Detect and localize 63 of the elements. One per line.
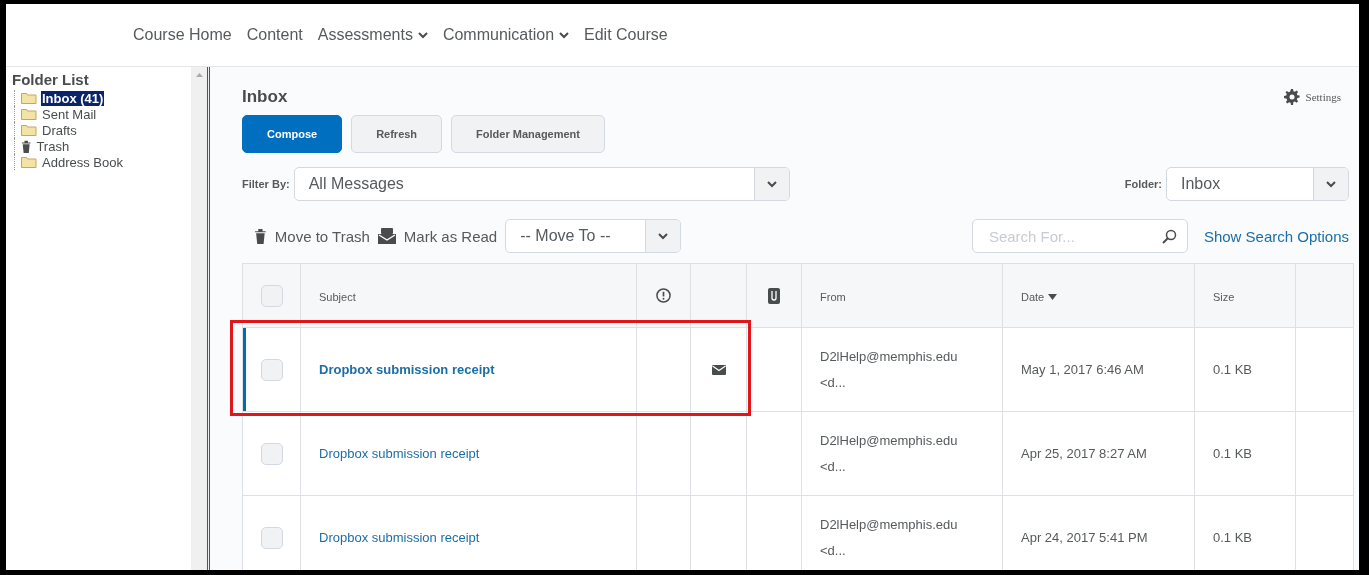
column-header[interactable]: Date bbox=[1003, 290, 1058, 303]
folder-icon bbox=[21, 124, 37, 136]
select-all-checkbox[interactable] bbox=[260, 284, 283, 307]
folder-label: Folder: bbox=[1124, 178, 1162, 190]
column-header[interactable]: From bbox=[802, 290, 846, 303]
folder-item[interactable]: Trash bbox=[35, 138, 71, 154]
filter-label: Filter By: bbox=[242, 178, 290, 190]
action-link[interactable]: Move to Trash bbox=[254, 227, 370, 245]
sidebar-title: Folder List bbox=[12, 71, 90, 88]
page-title: Inbox bbox=[242, 87, 288, 107]
folder-item[interactable]: Inbox (41) bbox=[41, 90, 105, 106]
paperclip-icon bbox=[768, 287, 780, 304]
chevron-down-icon bbox=[766, 180, 777, 188]
subject-link[interactable]: Dropbox submission receipt bbox=[319, 530, 480, 545]
folder-item[interactable]: Sent Mail bbox=[41, 106, 98, 122]
toolbar-button[interactable]: Refresh bbox=[351, 115, 443, 153]
envelope-stack-icon bbox=[377, 228, 396, 244]
nav-link[interactable]: Assessments bbox=[317, 26, 428, 44]
date-text: Apr 24, 2017 5:41 PM bbox=[1020, 530, 1149, 545]
folder-item[interactable]: Address Book bbox=[41, 154, 124, 170]
chevron-down-icon bbox=[559, 31, 570, 39]
chevron-down-icon bbox=[658, 232, 669, 240]
search-icon bbox=[1161, 229, 1177, 244]
sort-caret-icon bbox=[1048, 293, 1058, 300]
toolbar-button[interactable]: Folder Management bbox=[451, 115, 605, 153]
trash-icon bbox=[21, 139, 32, 153]
sender-text: D2lHelp@memphis.edu <d... bbox=[819, 515, 959, 560]
row-checkbox[interactable] bbox=[260, 358, 283, 381]
nav-link[interactable]: Edit Course bbox=[584, 26, 668, 44]
settings-link[interactable]: Settings bbox=[1283, 89, 1341, 105]
date-text: Apr 25, 2017 8:27 AM bbox=[1020, 446, 1148, 461]
sender-text: D2lHelp@memphis.edu <d... bbox=[819, 347, 959, 392]
subject-link[interactable]: Dropbox submission receipt bbox=[319, 362, 495, 377]
nav-link[interactable]: Course Home bbox=[133, 26, 232, 44]
row-checkbox[interactable] bbox=[260, 442, 283, 465]
folder-icon bbox=[21, 108, 37, 120]
exclamation-icon bbox=[656, 288, 671, 303]
column-header[interactable]: Subject bbox=[301, 290, 356, 303]
size-text: 0.1 KB bbox=[1212, 362, 1254, 377]
trash-icon bbox=[254, 228, 267, 244]
filter-dropdown[interactable]: All Messages bbox=[293, 167, 790, 201]
folder-icon bbox=[21, 92, 37, 104]
search-options-link[interactable]: Show Search Options bbox=[1203, 227, 1349, 245]
chevron-down-icon bbox=[1326, 180, 1336, 188]
settings-icon bbox=[1283, 89, 1300, 105]
nav-link[interactable]: Content bbox=[246, 26, 303, 44]
scroll-up-icon[interactable] bbox=[195, 73, 203, 77]
subject-link[interactable]: Dropbox submission receipt bbox=[319, 446, 480, 461]
size-text: 0.1 KB bbox=[1212, 530, 1254, 545]
row-checkbox[interactable] bbox=[260, 526, 283, 549]
action-link[interactable]: Mark as Read bbox=[377, 227, 498, 245]
envelope-icon bbox=[711, 364, 726, 375]
move-to-dropdown[interactable]: -- Move To -- bbox=[505, 219, 682, 253]
nav-link[interactable]: Communication bbox=[442, 26, 570, 44]
sender-text: D2lHelp@memphis.edu <d... bbox=[819, 431, 959, 476]
folder-item[interactable]: Drafts bbox=[41, 122, 78, 138]
date-text: May 1, 2017 6:46 AM bbox=[1020, 362, 1145, 377]
toolbar-button[interactable]: Compose bbox=[242, 115, 343, 153]
folder-dropdown[interactable]: Inbox bbox=[1166, 167, 1349, 201]
chevron-down-icon bbox=[417, 31, 428, 39]
folder-icon bbox=[21, 156, 37, 168]
column-header[interactable]: Size bbox=[1195, 290, 1235, 303]
size-text: 0.1 KB bbox=[1212, 446, 1254, 461]
